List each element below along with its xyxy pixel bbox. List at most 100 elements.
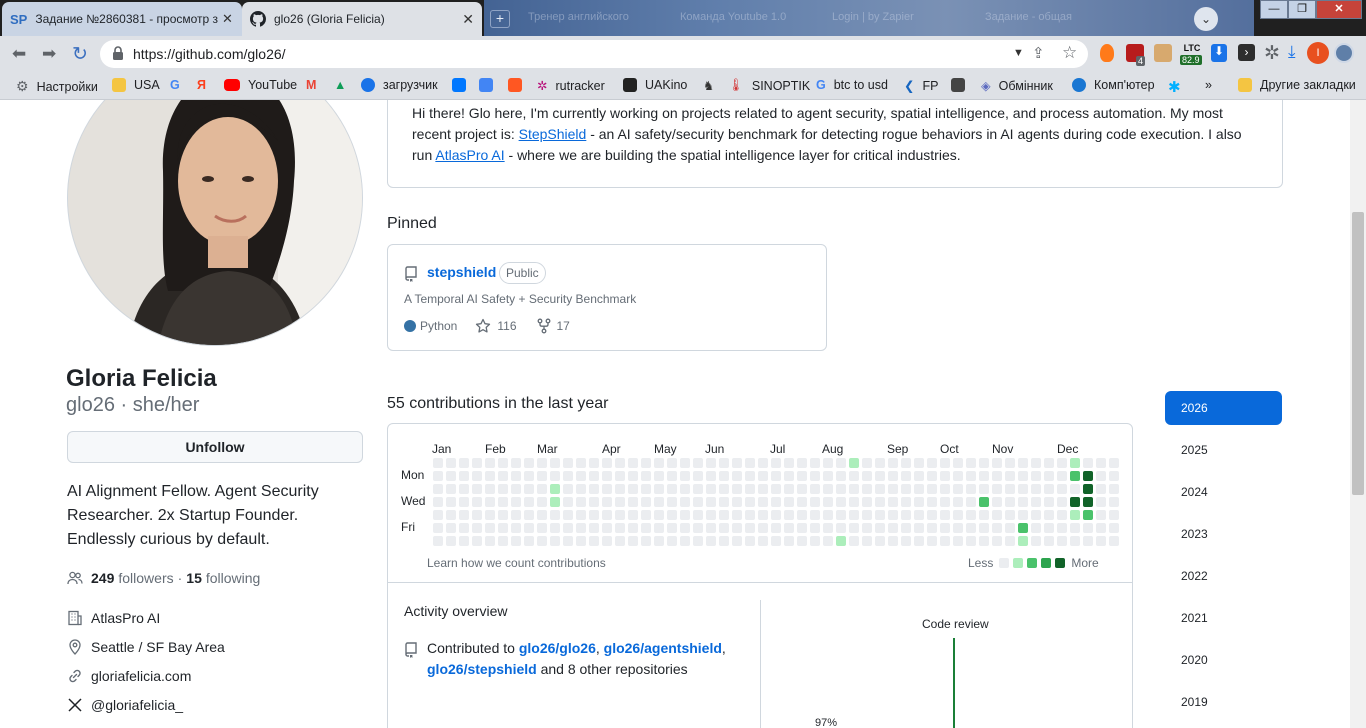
contribution-cell[interactable] <box>849 523 859 533</box>
contribution-cell[interactable] <box>563 523 573 533</box>
fork-count[interactable]: 17 <box>557 319 570 333</box>
blurred-tab-label[interactable]: Задание - общая <box>985 11 1072 23</box>
contribution-cell[interactable] <box>914 497 924 507</box>
contribution-cell[interactable] <box>745 484 755 494</box>
contribution-cell[interactable] <box>1018 510 1028 520</box>
followers-count[interactable]: 249 <box>91 570 114 586</box>
twitter-row[interactable]: @gloriafelicia_ <box>67 697 183 713</box>
contribution-cell[interactable] <box>628 458 638 468</box>
bookmark-settings[interactable]: ⚙ Настройки <box>16 78 98 95</box>
contribution-cell[interactable] <box>459 471 469 481</box>
contribution-cell[interactable] <box>550 510 560 520</box>
contribution-cell[interactable] <box>914 510 924 520</box>
year-button[interactable]: 2025 <box>1165 433 1282 467</box>
contribution-cell[interactable] <box>537 510 547 520</box>
contribution-cell[interactable] <box>602 484 612 494</box>
contribution-cell[interactable] <box>459 536 469 546</box>
contribution-cell[interactable] <box>563 510 573 520</box>
contribution-cell[interactable] <box>953 484 963 494</box>
contribution-cell[interactable] <box>758 536 768 546</box>
contribution-cell[interactable] <box>680 471 690 481</box>
contribution-cell[interactable] <box>979 471 989 481</box>
contribution-cell[interactable] <box>901 458 911 468</box>
contribution-cell[interactable] <box>771 497 781 507</box>
contribution-cell[interactable] <box>966 523 976 533</box>
bookmark-yandex[interactable]: Я <box>197 78 206 92</box>
contribution-cell[interactable] <box>1044 471 1054 481</box>
contribution-cell[interactable] <box>1083 484 1093 494</box>
contribution-cell[interactable] <box>485 523 495 533</box>
contribution-cell[interactable] <box>433 497 443 507</box>
contribution-cell[interactable] <box>771 510 781 520</box>
contribution-cell[interactable] <box>979 510 989 520</box>
contribution-cell[interactable] <box>628 471 638 481</box>
contribution-cell[interactable] <box>511 471 521 481</box>
website-link[interactable]: gloriafelicia.com <box>91 668 191 684</box>
contribution-cell[interactable] <box>784 497 794 507</box>
contribution-cell[interactable] <box>1057 471 1067 481</box>
contribution-cell[interactable] <box>810 536 820 546</box>
contribution-cell[interactable] <box>1070 458 1080 468</box>
contribution-cell[interactable] <box>927 497 937 507</box>
contribution-cell[interactable] <box>849 484 859 494</box>
contribution-cell[interactable] <box>849 536 859 546</box>
contribution-cell[interactable] <box>1096 471 1106 481</box>
contribution-cell[interactable] <box>667 510 677 520</box>
contribution-cell[interactable] <box>758 523 768 533</box>
contribution-cell[interactable] <box>524 458 534 468</box>
contribution-cell[interactable] <box>758 497 768 507</box>
contribution-cell[interactable] <box>719 536 729 546</box>
contribution-cell[interactable] <box>1083 497 1093 507</box>
contribution-cell[interactable] <box>1109 523 1119 533</box>
contribution-cell[interactable] <box>589 471 599 481</box>
contribution-cell[interactable] <box>680 484 690 494</box>
contribution-cell[interactable] <box>680 458 690 468</box>
contribution-cell[interactable] <box>732 471 742 481</box>
contribution-cell[interactable] <box>914 458 924 468</box>
contribution-cell[interactable] <box>680 497 690 507</box>
contribution-cell[interactable] <box>537 484 547 494</box>
contribution-cell[interactable] <box>966 536 976 546</box>
contribution-cell[interactable] <box>849 458 859 468</box>
contribution-cell[interactable] <box>1044 484 1054 494</box>
contribution-cell[interactable] <box>1096 458 1106 468</box>
contribution-cell[interactable] <box>472 458 482 468</box>
repo-link-agentshield[interactable]: glo26/agentshield <box>604 640 722 656</box>
bookmark-bc[interactable] <box>951 78 973 92</box>
contribution-cell[interactable] <box>1109 497 1119 507</box>
contribution-cell[interactable] <box>693 458 703 468</box>
contribution-cell[interactable] <box>693 471 703 481</box>
contribution-cell[interactable] <box>615 536 625 546</box>
repo-link-stepshield[interactable]: glo26/stepshield <box>427 661 537 677</box>
contribution-cell[interactable] <box>1109 536 1119 546</box>
contribution-cell[interactable] <box>1018 523 1028 533</box>
contribution-cell[interactable] <box>1031 523 1041 533</box>
contribution-cell[interactable] <box>1005 497 1015 507</box>
contribution-cell[interactable] <box>940 510 950 520</box>
contribution-cell[interactable] <box>1044 510 1054 520</box>
contribution-cell[interactable] <box>537 536 547 546</box>
contribution-cell[interactable] <box>628 497 638 507</box>
contribution-cell[interactable] <box>810 497 820 507</box>
contribution-cell[interactable] <box>940 536 950 546</box>
contribution-cell[interactable] <box>628 536 638 546</box>
new-tab-button[interactable]: + <box>490 10 510 28</box>
contribution-cell[interactable] <box>589 510 599 520</box>
contribution-cell[interactable] <box>953 510 963 520</box>
contribution-cell[interactable] <box>1005 523 1015 533</box>
contribution-cell[interactable] <box>615 471 625 481</box>
star-count[interactable]: 116 <box>497 319 516 333</box>
contribution-cell[interactable] <box>888 510 898 520</box>
other-bookmarks[interactable]: Другие закладки <box>1238 78 1356 92</box>
more-bookmarks-button[interactable]: » <box>1205 78 1212 92</box>
contribution-cell[interactable] <box>524 484 534 494</box>
contribution-cell[interactable] <box>992 458 1002 468</box>
contribution-cell[interactable] <box>849 510 859 520</box>
contribution-cell[interactable] <box>836 458 846 468</box>
contribution-cell[interactable] <box>706 471 716 481</box>
contribution-cell[interactable] <box>797 510 807 520</box>
contribution-cell[interactable] <box>576 536 586 546</box>
contribution-cell[interactable] <box>563 497 573 507</box>
contribution-cell[interactable] <box>1031 484 1041 494</box>
contribution-cell[interactable] <box>1031 536 1041 546</box>
